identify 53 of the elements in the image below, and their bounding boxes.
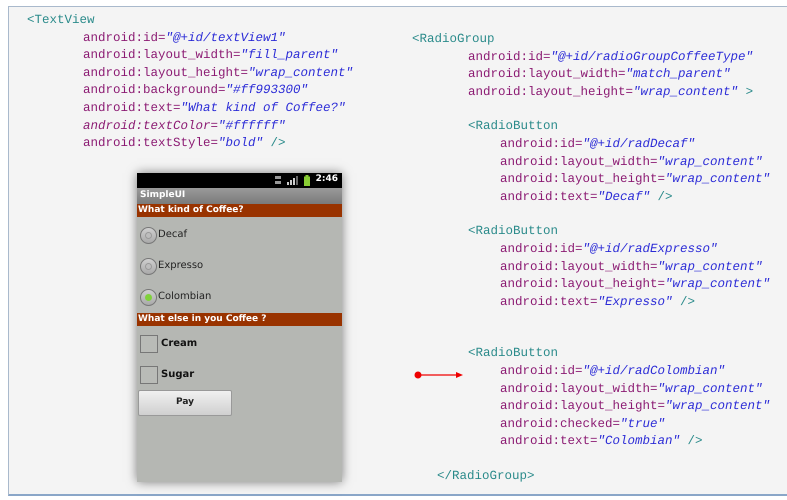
- code-line: android:layout_width="wrap_content": [500, 154, 763, 171]
- code-line: android:layout_height="wrap_content": [500, 276, 770, 294]
- status-time: 2:46: [316, 173, 338, 186]
- code-line: android:layout_width="wrap_content": [500, 258, 763, 276]
- code-line: android:text="Decaf" />: [500, 188, 673, 206]
- code-line: android:layout_width="match_parent": [468, 66, 731, 84]
- app-title-bar: SimpleUI: [137, 188, 342, 204]
- checkbox[interactable]: [140, 335, 158, 354]
- code-line: android:id="@+id/radioGroupCoffeeType": [468, 48, 754, 66]
- checkbox-option[interactable]: Cream: [137, 328, 342, 360]
- code-line: android:id="@+id/textView1": [83, 30, 286, 47]
- code-tag: </RadioGroup>: [437, 468, 535, 486]
- radio-button[interactable]: [140, 258, 157, 275]
- code-line: android:checked="true": [500, 416, 666, 433]
- radio-option[interactable]: Colombian: [137, 282, 342, 313]
- section-header: What kind of Coffee?: [137, 204, 342, 217]
- code-line: android:id="@+id/radDecaf": [500, 136, 696, 153]
- code-line: android:id="@+id/radExpresso": [500, 240, 718, 258]
- network-icon: [274, 176, 281, 185]
- checkbox-label: Cream: [161, 337, 198, 352]
- code-line: android:id="@+id/radColombian": [500, 362, 726, 380]
- code-line: android:layout_height="wrap_content" >: [468, 84, 754, 101]
- checkbox[interactable]: [140, 366, 158, 384]
- code-line: android:textStyle="bold" />: [83, 135, 286, 152]
- code-tag: <RadioGroup: [412, 31, 495, 49]
- radio-label: Expresso: [158, 259, 204, 274]
- code-tag: <RadioButton: [468, 223, 558, 241]
- code-line: android:layout_width="wrap_content": [500, 380, 763, 398]
- code-line: android:layout_height="wrap_content": [500, 398, 770, 416]
- code-tag: <RadioButton: [468, 345, 558, 363]
- radio-label: Colombian: [158, 290, 212, 304]
- signal-icon: [286, 176, 298, 185]
- section-header: What else in you Coffee ?: [137, 312, 342, 326]
- pay-button[interactable]: Pay: [138, 390, 232, 416]
- checkbox-option[interactable]: Sugar: [137, 360, 342, 391]
- radio-button[interactable]: [140, 226, 157, 244]
- code-line: android:text="Colombian" />: [500, 433, 703, 450]
- code-line: android:text="What kind of Coffee?": [83, 100, 346, 117]
- checkbox-label: Sugar: [161, 368, 194, 382]
- code-line: android:background="#ff993300": [83, 82, 308, 100]
- code-line: android:layout_width="fill_parent": [83, 47, 338, 64]
- code-line: android:layout_height="wrap_content": [83, 64, 354, 82]
- radio-option[interactable]: Decaf: [137, 220, 342, 251]
- radio-label: Decaf: [158, 228, 187, 242]
- code-line: android:textColor="#ffffff": [83, 118, 286, 135]
- code-tag: <TextView: [27, 12, 95, 30]
- pointer-arrow: [414, 371, 464, 379]
- radio-button[interactable]: [140, 288, 157, 306]
- code-tag: <RadioButton: [468, 118, 558, 136]
- radio-option[interactable]: Expresso: [137, 250, 342, 282]
- battery-icon: [304, 174, 310, 186]
- code-line: android:layout_height="wrap_content": [500, 171, 770, 188]
- code-line: android:text="Expresso" />: [500, 294, 696, 311]
